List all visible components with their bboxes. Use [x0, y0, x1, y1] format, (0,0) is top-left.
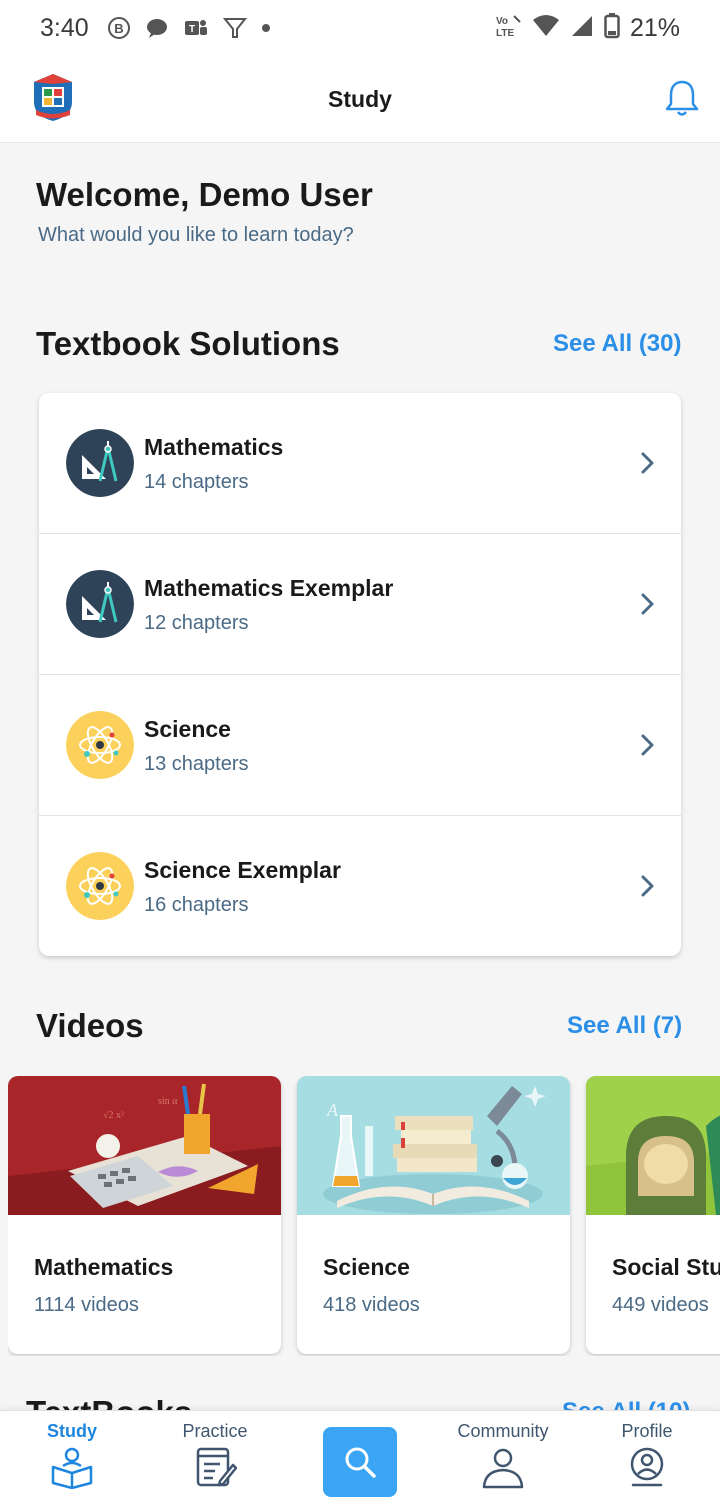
svg-text:A: A — [326, 1100, 339, 1120]
nav-study-label: Study — [46, 1421, 97, 1441]
textbook-solutions-see-all-link[interactable]: See All (30) — [553, 330, 682, 358]
video-card-mathematics[interactable]: √2 x² sin α Mathematics 1114 videos — [8, 1076, 281, 1354]
geometry-icon — [66, 570, 134, 638]
profile-icon — [630, 1447, 664, 1487]
svg-text:Vo: Vo — [496, 16, 508, 27]
search-icon — [345, 1447, 376, 1478]
wifi-icon — [532, 14, 560, 43]
nav-profile-label: Profile — [621, 1421, 673, 1441]
chevron-right-icon — [641, 875, 654, 897]
nav-study[interactable]: Study — [0, 1411, 144, 1512]
video-card-science[interactable]: A Science 418 videos — [297, 1076, 570, 1354]
chapter-count: 14 chapters — [144, 471, 249, 493]
video-count: 418 videos — [323, 1294, 420, 1316]
list-item-science[interactable]: Science 13 chapters — [39, 675, 681, 816]
atom-icon — [66, 711, 134, 779]
video-card-social-studies[interactable]: Social Studies 449 videos — [586, 1076, 720, 1354]
practice-notepad-icon — [196, 1447, 237, 1487]
videos-see-all-link[interactable]: See All (7) — [567, 1012, 682, 1040]
app-logo[interactable] — [30, 72, 76, 122]
study-icon — [51, 1447, 93, 1489]
nav-practice-label: Practice — [182, 1421, 248, 1441]
notification-bell-icon[interactable] — [662, 78, 702, 118]
community-icon — [482, 1448, 524, 1489]
dot-icon — [261, 23, 271, 33]
list-item-mathematics-exemplar[interactable]: Mathematics Exemplar 12 chapters — [39, 534, 681, 675]
chapter-count: 16 chapters — [144, 894, 249, 916]
bottom-navigation: Study Practice Community Profile — [0, 1410, 720, 1512]
subject-name: Mathematics Exemplar — [144, 575, 394, 601]
battery-icon — [604, 12, 620, 44]
welcome-heading: Welcome, Demo User — [36, 176, 373, 213]
teams-icon: T — [183, 16, 209, 40]
chevron-right-icon — [641, 452, 654, 474]
svg-text:LTE: LTE — [496, 28, 514, 39]
video-subject-name: Science — [323, 1254, 410, 1280]
signal-icon — [570, 14, 594, 43]
subject-name: Mathematics — [144, 434, 284, 460]
battery-percentage: 21% — [629, 13, 680, 42]
geometry-icon — [66, 429, 134, 497]
welcome-subtitle: What would you like to learn today? — [38, 224, 354, 246]
svg-text:sin α: sin α — [158, 1096, 178, 1107]
chevron-right-icon — [641, 734, 654, 756]
chat-icon — [145, 17, 169, 39]
videos-heading: Videos — [36, 1007, 144, 1044]
svg-text:B: B — [114, 21, 123, 36]
filter-app-icon — [222, 16, 247, 40]
science-thumbnail: A — [297, 1076, 570, 1215]
video-count: 449 videos — [612, 1294, 709, 1316]
page-title: Study — [328, 85, 392, 112]
subject-name: Science — [144, 716, 231, 742]
nav-profile[interactable]: Profile — [575, 1411, 719, 1512]
video-count: 1114 videos — [34, 1294, 139, 1316]
search-button[interactable] — [323, 1427, 397, 1497]
video-carousel[interactable]: √2 x² sin α Mathematics 1114 videos A Sc… — [8, 1076, 720, 1356]
list-item-mathematics[interactable]: Mathematics 14 chapters — [39, 393, 681, 534]
nav-community[interactable]: Community — [431, 1411, 575, 1512]
mathematics-thumbnail: √2 x² sin α — [8, 1076, 281, 1215]
chapter-count: 12 chapters — [144, 612, 249, 634]
subject-name: Science Exemplar — [144, 857, 341, 883]
textbook-solutions-list: Mathematics 14 chapters Mathematics Exem… — [39, 393, 681, 956]
social-studies-thumbnail — [586, 1076, 720, 1215]
app-bar: Study — [0, 56, 720, 143]
textbook-solutions-heading: Textbook Solutions — [36, 325, 340, 362]
atom-icon — [66, 852, 134, 920]
svg-text:√2 x²: √2 x² — [103, 1110, 124, 1121]
chapter-count: 13 chapters — [144, 753, 249, 775]
video-subject-name: Social Studies — [612, 1254, 720, 1280]
nav-community-label: Community — [457, 1421, 549, 1441]
status-time: 3:40 — [40, 13, 89, 42]
video-subject-name: Mathematics — [34, 1254, 174, 1280]
volte-icon: Vo LTE — [494, 13, 522, 44]
status-bar: 3:40 B T Vo LTE 21% — [0, 0, 720, 56]
chevron-right-icon — [641, 593, 654, 615]
list-item-science-exemplar[interactable]: Science Exemplar 16 chapters — [39, 816, 681, 956]
b-app-icon: B — [107, 16, 131, 40]
nav-practice[interactable]: Practice — [143, 1411, 287, 1512]
svg-text:T: T — [189, 24, 195, 35]
